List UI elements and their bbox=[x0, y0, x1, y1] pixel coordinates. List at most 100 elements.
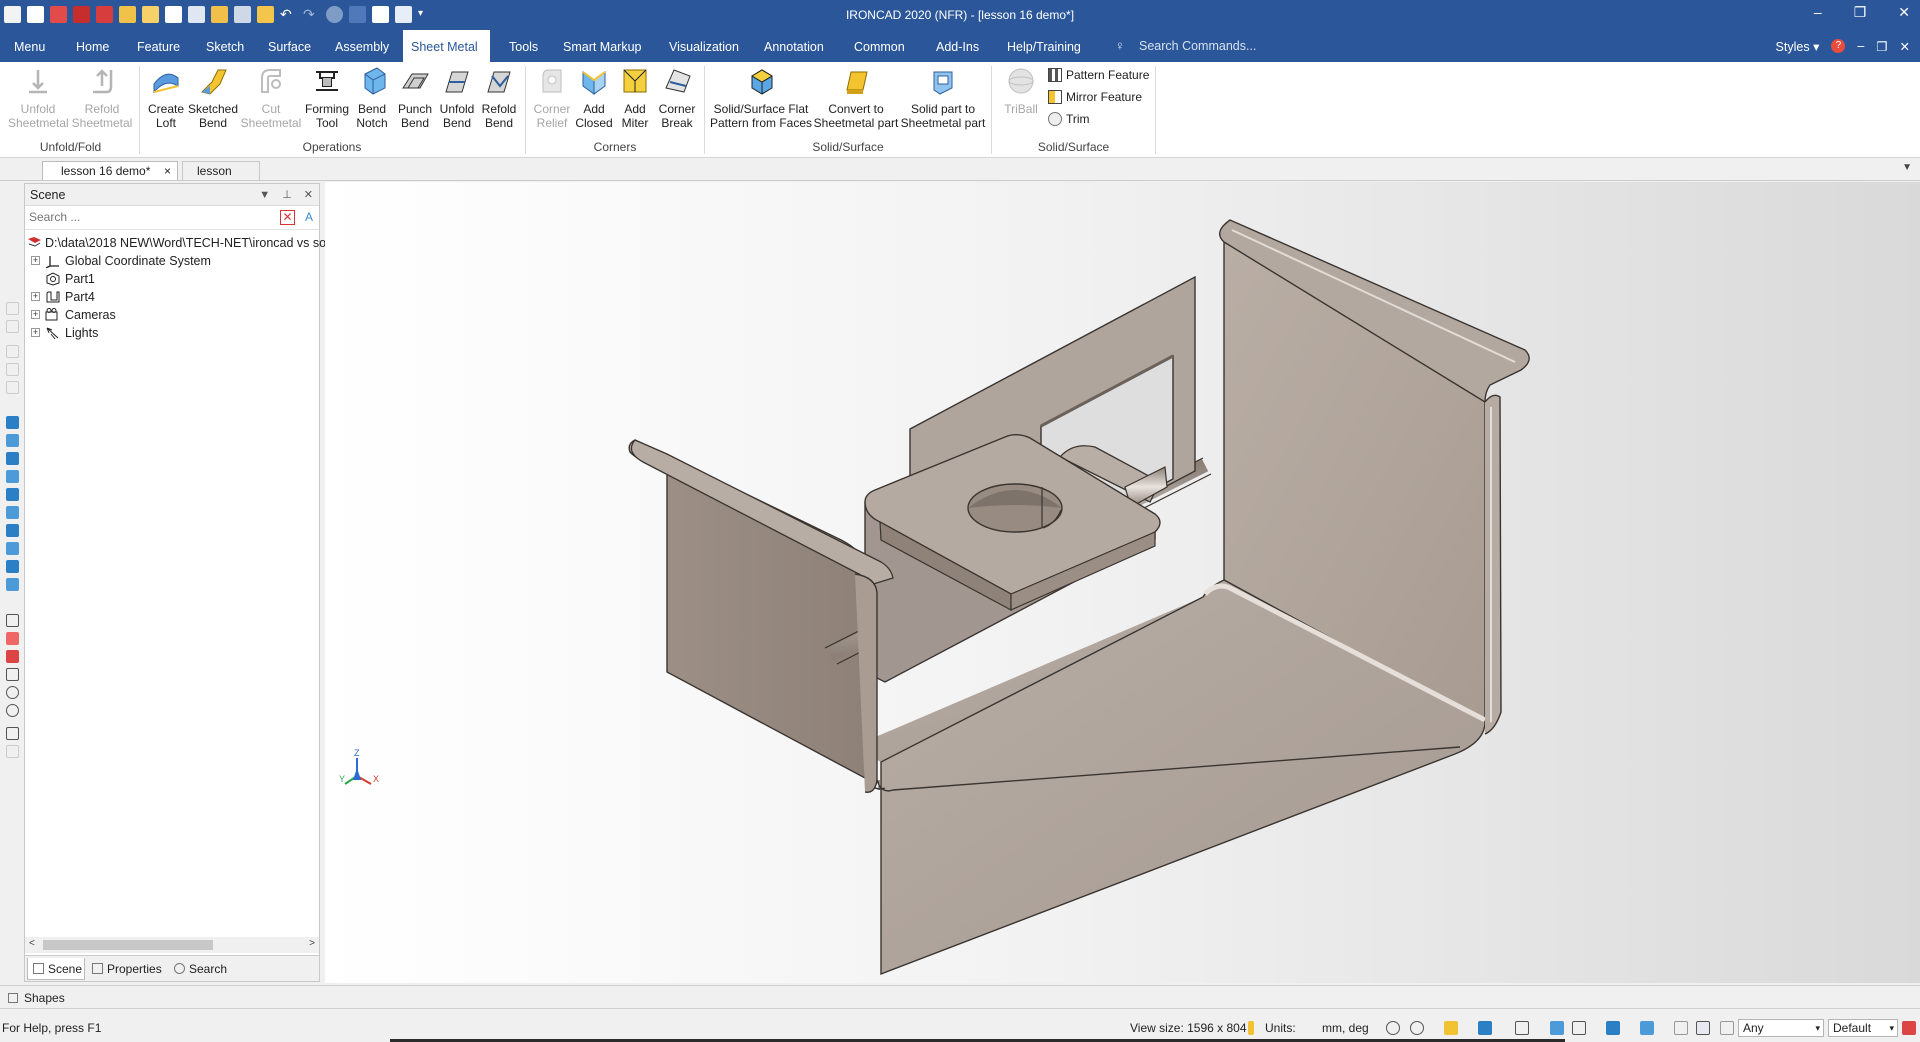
ribbon-restore-button[interactable]: ❐ bbox=[1876, 39, 1887, 54]
panel-dropdown-icon[interactable]: ▼ bbox=[259, 184, 270, 206]
panel-tab-search[interactable]: Search bbox=[169, 958, 233, 980]
expand-icon[interactable]: + bbox=[31, 328, 40, 337]
camera-view-icon[interactable] bbox=[1640, 1021, 1654, 1035]
search-commands-input[interactable]: Search Commands... bbox=[1139, 39, 1256, 53]
expand-icon[interactable]: + bbox=[31, 256, 40, 265]
close-button[interactable]: ✕ bbox=[1898, 4, 1910, 21]
measure-icon[interactable] bbox=[6, 614, 19, 627]
scene-search-input[interactable] bbox=[25, 206, 275, 228]
toolbar-icon[interactable] bbox=[6, 745, 19, 758]
panel-tab-properties[interactable]: Properties bbox=[87, 958, 167, 980]
scroll-left-icon[interactable]: < bbox=[29, 938, 35, 949]
tabs-dropdown-icon[interactable]: ▼ bbox=[1902, 162, 1912, 173]
pipe-shape-icon[interactable] bbox=[6, 524, 19, 537]
text-icon[interactable] bbox=[6, 727, 19, 740]
status-indicator-icon[interactable] bbox=[1902, 1021, 1916, 1035]
triangle-icon[interactable] bbox=[6, 668, 19, 681]
3d-viewport[interactable]: Z X Y bbox=[325, 182, 1920, 983]
cylinder-shape-icon[interactable] bbox=[6, 434, 19, 447]
tab-tools[interactable]: Tools bbox=[501, 30, 546, 62]
ribbon-close-button[interactable]: ✕ bbox=[1900, 39, 1910, 54]
block-shape-icon[interactable] bbox=[6, 416, 19, 429]
angle-icon[interactable] bbox=[6, 650, 19, 663]
expand-icon[interactable]: + bbox=[31, 310, 40, 319]
tab-surface[interactable]: Surface bbox=[260, 30, 319, 62]
slot-shape-icon[interactable] bbox=[6, 542, 19, 555]
cone-shape-icon[interactable] bbox=[6, 452, 19, 465]
add-closed-button[interactable]: Add Closed bbox=[574, 66, 614, 130]
pin-icon[interactable]: ⊥ bbox=[282, 184, 292, 206]
search-filter-icon[interactable]: A bbox=[305, 210, 313, 224]
arc-icon[interactable] bbox=[6, 704, 19, 717]
convert-to-sheetmetal-button[interactable]: Convert to Sheetmetal part bbox=[812, 66, 900, 130]
box-shape-icon[interactable] bbox=[6, 578, 19, 591]
refold-sheetmetal-button[interactable]: Refold Sheetmetal bbox=[71, 66, 133, 130]
corner-break-button[interactable]: Corner Break bbox=[655, 66, 699, 130]
tab-menu[interactable]: Menu bbox=[6, 30, 53, 62]
toolbar-icon[interactable] bbox=[6, 363, 19, 376]
tab-smart-markup[interactable]: Smart Markup bbox=[555, 30, 650, 62]
close-tab-icon[interactable]: × bbox=[164, 162, 171, 181]
tab-annotation[interactable]: Annotation bbox=[756, 30, 832, 62]
unfold-bend-button[interactable]: Unfold Bend bbox=[437, 66, 477, 130]
torus-shape-icon[interactable] bbox=[6, 488, 19, 501]
flat-pattern-from-faces-button[interactable]: Solid/Surface Flat Pattern from Faces bbox=[709, 66, 813, 130]
ribbon-minimize-button[interactable]: – bbox=[1857, 39, 1864, 54]
help-icon[interactable]: ? bbox=[1831, 39, 1846, 53]
selection-filter-dropdown[interactable]: Any ▾ bbox=[1738, 1019, 1824, 1037]
toolbar-icon[interactable] bbox=[6, 345, 19, 358]
style-dropdown[interactable]: Default ▾ bbox=[1828, 1019, 1898, 1037]
section-icon[interactable] bbox=[1572, 1021, 1586, 1035]
toolbar-icon[interactable] bbox=[6, 302, 19, 315]
toolbar-icon[interactable] bbox=[6, 381, 19, 394]
forming-tool-button[interactable]: Forming Tool bbox=[303, 66, 351, 130]
tab-assembly[interactable]: Assembly bbox=[327, 30, 397, 62]
tab-feature[interactable]: Feature bbox=[129, 30, 188, 62]
panel-close-icon[interactable]: ✕ bbox=[304, 184, 313, 206]
tab-add-ins[interactable]: Add-Ins bbox=[928, 30, 987, 62]
solid-to-sheetmetal-button[interactable]: Solid part to Sheetmetal part bbox=[900, 66, 986, 130]
punch-bend-button[interactable]: Punch Bend bbox=[393, 66, 437, 130]
tab-visualization[interactable]: Visualization bbox=[661, 30, 747, 62]
shapes-bar[interactable]: Shapes bbox=[0, 985, 1920, 1009]
create-loft-button[interactable]: Create Loft bbox=[144, 66, 188, 130]
panel-tab-scene[interactable]: Scene bbox=[27, 958, 85, 980]
tab-home[interactable]: Home bbox=[68, 30, 117, 62]
units-value[interactable]: mm, deg bbox=[1322, 1021, 1369, 1035]
display-icon[interactable] bbox=[1550, 1021, 1564, 1035]
scroll-right-icon[interactable]: > bbox=[309, 938, 315, 949]
select-mode-icon[interactable] bbox=[1720, 1021, 1734, 1035]
triball-button[interactable]: TriBall bbox=[996, 66, 1046, 116]
zoom-fit-icon[interactable] bbox=[1410, 1021, 1424, 1035]
render-mode-icon[interactable] bbox=[1478, 1021, 1492, 1035]
cut-sheetmetal-button[interactable]: Cut Sheetmetal bbox=[240, 66, 302, 130]
wedge-shape-icon[interactable] bbox=[6, 506, 19, 519]
styles-dropdown[interactable]: Styles ▾ bbox=[1776, 39, 1820, 54]
trim-button[interactable]: Trim bbox=[1048, 112, 1090, 126]
corner-relief-button[interactable]: Corner Relief bbox=[530, 66, 574, 130]
select-pointer-icon[interactable] bbox=[1696, 1021, 1710, 1035]
add-miter-button[interactable]: Add Miter bbox=[615, 66, 655, 130]
unfold-sheetmetal-button[interactable]: Unfold Sheetmetal bbox=[8, 66, 69, 130]
sphere-shape-icon[interactable] bbox=[6, 470, 19, 483]
doc-tab-lesson-16[interactable]: lesson 16* bbox=[182, 161, 260, 197]
refold-bend-button[interactable]: Refold Bend bbox=[478, 66, 520, 130]
minimize-button[interactable]: – bbox=[1814, 4, 1822, 21]
doc-tab-lesson-16-demo[interactable]: lesson 16 demo* × bbox=[42, 161, 178, 180]
tab-common[interactable]: Common bbox=[846, 30, 913, 62]
zoom-icon[interactable] bbox=[1386, 1021, 1400, 1035]
mirror-feature-button[interactable]: Mirror Feature bbox=[1048, 90, 1142, 104]
light-toggle-icon[interactable] bbox=[1674, 1021, 1688, 1035]
circle-icon[interactable] bbox=[6, 686, 19, 699]
dimension-icon[interactable] bbox=[6, 632, 19, 645]
horizontal-scrollbar[interactable]: < > bbox=[25, 937, 319, 953]
sketched-bend-button[interactable]: Sketched Bend bbox=[188, 66, 238, 130]
sheetmetal-part-model[interactable] bbox=[325, 182, 1920, 983]
hole-shape-icon[interactable] bbox=[6, 560, 19, 573]
bend-notch-button[interactable]: Bend Notch bbox=[352, 66, 392, 130]
tab-sketch[interactable]: Sketch bbox=[198, 30, 252, 62]
toolbar-icon[interactable] bbox=[6, 320, 19, 333]
scrollbar-thumb[interactable] bbox=[43, 940, 213, 950]
pattern-feature-button[interactable]: Pattern Feature bbox=[1048, 68, 1149, 82]
maximize-button[interactable]: ❐ bbox=[1854, 4, 1867, 21]
